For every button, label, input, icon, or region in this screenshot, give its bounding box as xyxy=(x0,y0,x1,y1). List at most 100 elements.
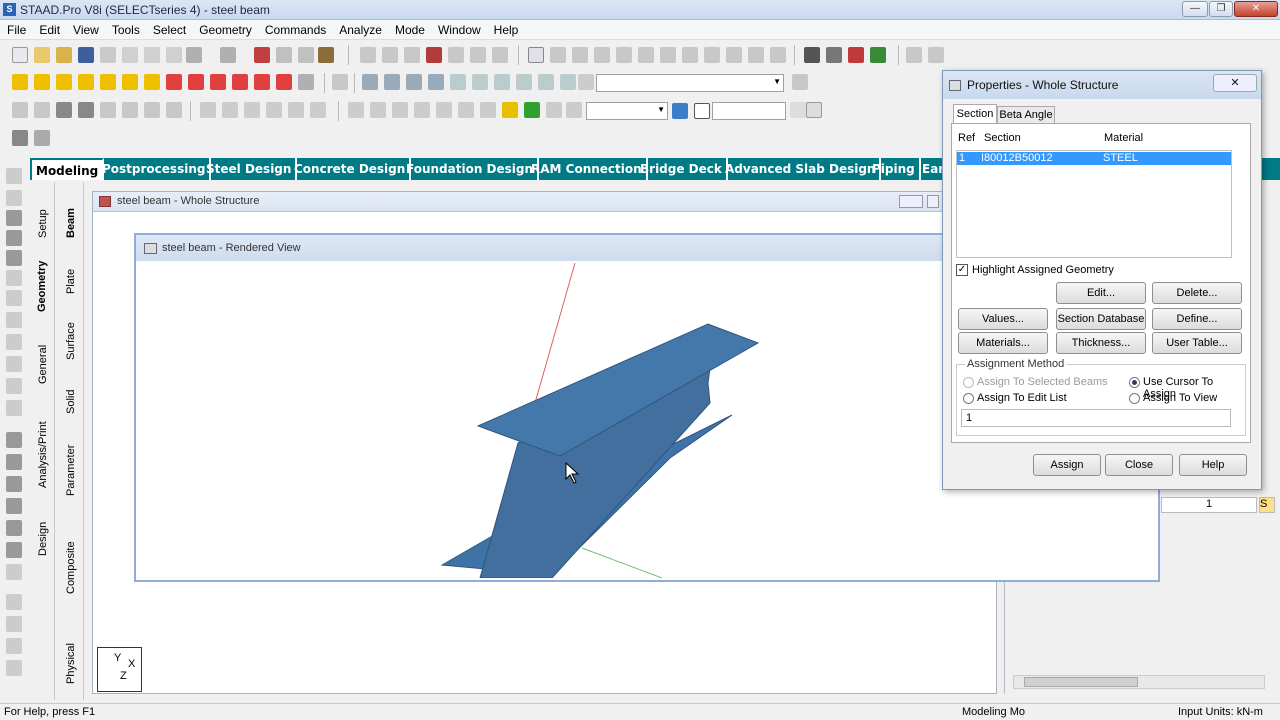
rotate-1-icon[interactable] xyxy=(166,74,182,90)
rotate-5-icon[interactable] xyxy=(254,74,270,90)
view-iso-3-icon[interactable] xyxy=(56,74,72,90)
tab-steel-design[interactable]: Steel Design xyxy=(202,158,298,180)
menu-view[interactable]: View xyxy=(66,20,105,37)
assign-button[interactable]: Assign xyxy=(1033,454,1101,476)
geometry-tool-5-icon[interactable] xyxy=(638,47,654,63)
report-tool-3-icon[interactable] xyxy=(6,638,22,654)
info-icon[interactable] xyxy=(694,103,710,119)
tab-beta-angle[interactable]: Beta Angle xyxy=(997,106,1055,124)
restore-child-icon[interactable] xyxy=(927,195,939,208)
minimize-button[interactable]: — xyxy=(1182,1,1208,17)
rotate-2-icon[interactable] xyxy=(188,74,204,90)
label-1-icon[interactable] xyxy=(348,102,364,118)
highlight-checkbox[interactable]: ✓ xyxy=(956,264,968,276)
restore-button[interactable]: ❐ xyxy=(1209,1,1233,17)
rotate-6-icon[interactable] xyxy=(276,74,292,90)
select-3-icon[interactable] xyxy=(56,102,72,118)
magnify-icon[interactable] xyxy=(560,74,576,90)
tool-red-icon[interactable] xyxy=(254,47,270,63)
display-mode-icon[interactable] xyxy=(672,103,688,119)
cursor-6-icon[interactable] xyxy=(310,102,326,118)
report-icon[interactable] xyxy=(448,47,464,63)
cursor-4-icon[interactable] xyxy=(266,102,282,118)
cursor-1-icon[interactable] xyxy=(200,102,216,118)
vtab-surface[interactable]: Surface xyxy=(65,316,77,360)
tab-modeling[interactable]: Modeling xyxy=(32,158,105,180)
select-2-icon[interactable] xyxy=(34,102,50,118)
vtab-plate[interactable]: Plate xyxy=(65,258,77,294)
cursor-5-icon[interactable] xyxy=(288,102,304,118)
hammer-icon[interactable] xyxy=(318,47,334,63)
label-6-icon[interactable] xyxy=(458,102,474,118)
minimize-child-icon[interactable] xyxy=(899,195,923,208)
view-iso-4-icon[interactable] xyxy=(78,74,94,90)
view-iso-6-icon[interactable] xyxy=(122,74,138,90)
zoom-window-icon[interactable] xyxy=(406,74,422,90)
close-button[interactable]: Close xyxy=(1105,454,1173,476)
geometry-tool-8-icon[interactable] xyxy=(704,47,720,63)
bitmap-icon[interactable] xyxy=(492,47,508,63)
tab-section[interactable]: Section xyxy=(953,104,997,124)
vtab-setup[interactable]: Setup xyxy=(37,198,49,238)
build-icon[interactable] xyxy=(298,47,314,63)
geometry-tool-4-icon[interactable] xyxy=(616,47,632,63)
calculator-icon[interactable] xyxy=(276,47,292,63)
select-6-icon[interactable] xyxy=(122,102,138,118)
label-8-icon[interactable] xyxy=(546,102,562,118)
report-tool-4-icon[interactable] xyxy=(6,660,22,676)
cut-icon[interactable] xyxy=(122,47,138,63)
help-button[interactable]: Help xyxy=(1179,454,1247,476)
radio-assign-edit-list[interactable] xyxy=(963,393,974,404)
download-icon[interactable] xyxy=(806,102,822,118)
geometry-tool-1-icon[interactable] xyxy=(550,47,566,63)
arch-icon[interactable] xyxy=(906,47,922,63)
select-8-icon[interactable] xyxy=(166,102,182,118)
view-iso-2-icon[interactable] xyxy=(34,74,50,90)
save-icon[interactable] xyxy=(78,47,94,63)
view-iso-5-icon[interactable] xyxy=(100,74,116,90)
node-cursor-icon[interactable] xyxy=(6,190,22,206)
tab-bridge-deck[interactable]: Bridge Deck xyxy=(636,158,728,180)
value-field[interactable] xyxy=(712,102,786,120)
vtab-geometry[interactable]: Geometry xyxy=(36,256,48,312)
report-tool-icon[interactable] xyxy=(6,594,22,610)
zoom-prev-icon[interactable] xyxy=(450,74,466,90)
view-iso-7-icon[interactable] xyxy=(144,74,160,90)
rotate-4-icon[interactable] xyxy=(232,74,248,90)
copy-geom-icon[interactable] xyxy=(6,378,22,394)
table-row[interactable]: 1 I80012B50012 STEEL xyxy=(957,152,1231,165)
pan-icon[interactable] xyxy=(494,74,510,90)
snap-icon[interactable] xyxy=(6,334,22,350)
spinner-icon[interactable] xyxy=(790,102,806,118)
define-button[interactable]: Define... xyxy=(1152,308,1242,330)
load-tool-3-icon[interactable] xyxy=(6,498,22,514)
label-5-icon[interactable] xyxy=(436,102,452,118)
load-icon[interactable] xyxy=(502,102,518,118)
menu-geometry[interactable]: Geometry xyxy=(192,20,258,37)
cursor-select-icon[interactable] xyxy=(6,168,22,184)
delete-icon[interactable] xyxy=(166,47,182,63)
label-4-icon[interactable] xyxy=(414,102,430,118)
geometry-cursor-icon[interactable] xyxy=(6,290,22,306)
label-9-icon[interactable] xyxy=(566,102,582,118)
load-tool-2-icon[interactable] xyxy=(6,476,22,492)
structure-green-icon[interactable] xyxy=(870,47,886,63)
vtab-analysis-print[interactable]: Analysis/Print xyxy=(37,418,49,488)
menu-tools[interactable]: Tools xyxy=(105,20,146,37)
load-tool-6-icon[interactable] xyxy=(6,564,22,580)
vtab-composite[interactable]: Composite xyxy=(65,534,77,594)
menu-file[interactable]: File xyxy=(0,20,32,37)
new-file-icon[interactable] xyxy=(12,47,28,63)
rotate-7-icon[interactable] xyxy=(298,74,314,90)
report-tool-2-icon[interactable] xyxy=(6,616,22,632)
tab-foundation-design[interactable]: Foundation Design xyxy=(402,158,540,180)
menu-commands[interactable]: Commands xyxy=(258,20,332,37)
select-4-icon[interactable] xyxy=(78,102,94,118)
menu-select[interactable]: Select xyxy=(146,20,192,37)
geometry-tool-3-icon[interactable] xyxy=(594,47,610,63)
open-folder-alt-icon[interactable] xyxy=(56,47,72,63)
dialog-close-icon[interactable]: ✕ xyxy=(1213,74,1257,92)
menu-help[interactable]: Help xyxy=(487,20,525,37)
select-7-icon[interactable] xyxy=(144,102,160,118)
label-3-icon[interactable] xyxy=(392,102,408,118)
